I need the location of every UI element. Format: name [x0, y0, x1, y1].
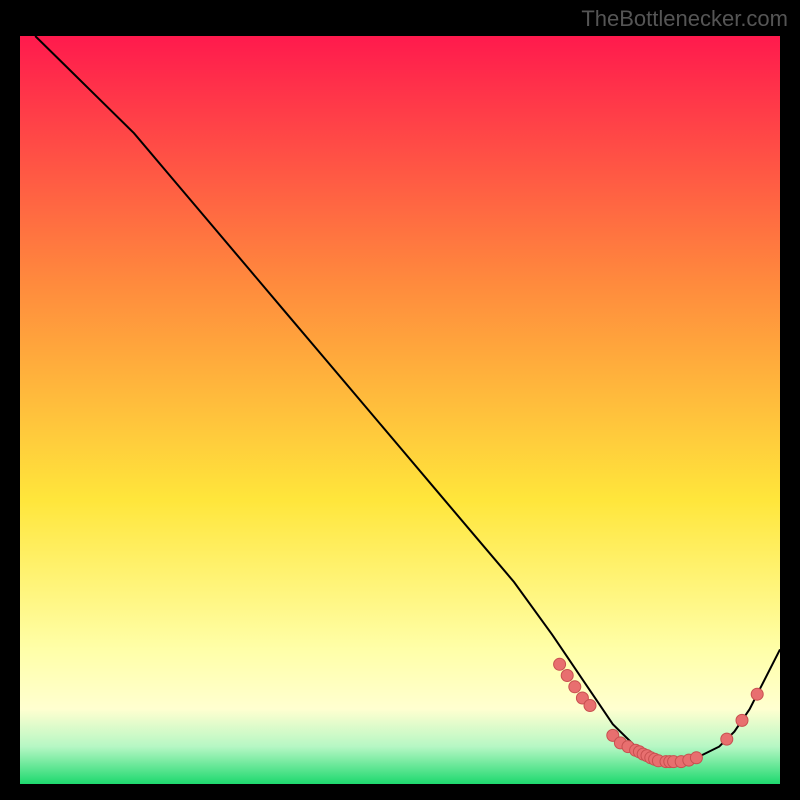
data-dot [569, 681, 581, 693]
chart-plot-area [20, 36, 780, 784]
data-dot [561, 670, 573, 682]
data-dot [554, 658, 566, 670]
data-dot [584, 700, 596, 712]
data-dot [751, 688, 763, 700]
gradient-background [20, 36, 780, 784]
data-dot [736, 714, 748, 726]
data-dot [721, 733, 733, 745]
chart-svg [20, 36, 780, 784]
watermark-text: TheBottlenecker.com [581, 6, 788, 32]
data-dot [690, 752, 702, 764]
chart-stage: TheBottlenecker.com [0, 0, 800, 800]
